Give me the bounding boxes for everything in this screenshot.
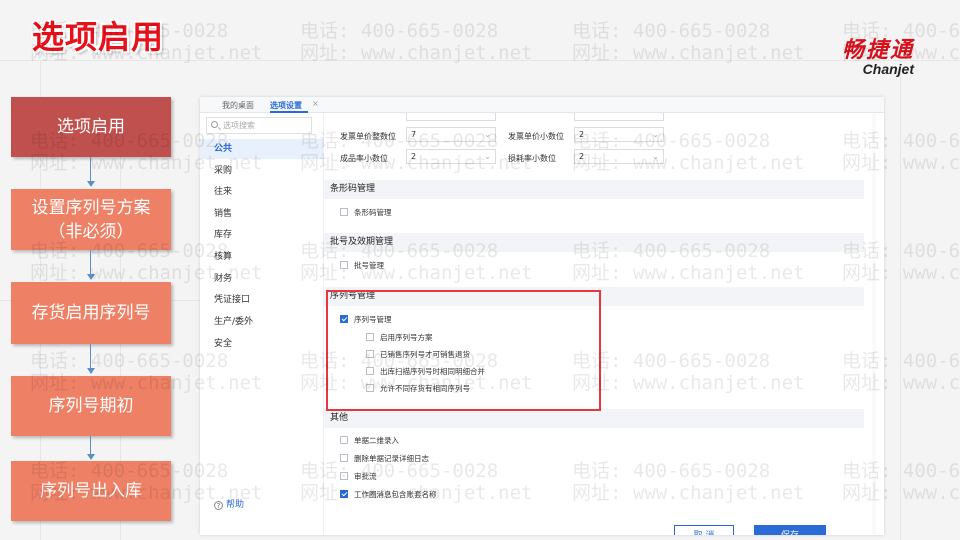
settings-sidebar: 选项搜索 公共 采购 往来 销售 库存 核算 财务 凭证接口 生产/委外 安全 … (200, 113, 324, 535)
field-label: 成品率小数位 (340, 154, 388, 163)
sidebar-item-public[interactable]: 公共 (200, 139, 324, 159)
sidebar-item-finance[interactable]: 财务 (200, 269, 324, 289)
sidebar-item-purchase[interactable]: 采购 (200, 161, 324, 181)
select-value: 7 (411, 130, 417, 139)
search-icon (211, 121, 218, 128)
sidebar-item-security[interactable]: 安全 (200, 334, 324, 354)
sidebar-item-inventory[interactable]: 库存 (200, 225, 324, 245)
tab-bar: 我的桌面 选项设置 × (200, 97, 884, 113)
select-stub (406, 113, 496, 121)
step-connector (90, 157, 91, 181)
cancel-button[interactable]: 取 消 (674, 525, 734, 535)
tab-option-settings[interactable]: 选项设置 (270, 100, 302, 111)
help-icon: ? (214, 501, 223, 510)
barcode-checkbox-row[interactable]: 条形码管理 (340, 207, 392, 218)
qr-entry-checkbox[interactable] (340, 436, 348, 444)
step-option-enable[interactable]: 选项启用 (11, 97, 171, 157)
checkbox-label: 批号管理 (354, 261, 384, 270)
select-value: 2 (411, 152, 417, 161)
invoice-price-decimal-select[interactable]: 2 ⌄ (574, 127, 664, 142)
field-label: 发票单价小数位 (508, 132, 564, 141)
field-label: 发票单价整数位 (340, 132, 396, 141)
checkbox-label: 删除单据记录详细日志 (354, 454, 429, 463)
step-connector (90, 344, 91, 368)
batch-checkbox[interactable] (340, 261, 348, 269)
yield-rate-decimal-select[interactable]: 2 ⌄ (406, 149, 496, 164)
barcode-checkbox[interactable] (340, 208, 348, 216)
chevron-down-icon: ⌄ (652, 130, 659, 139)
sidebar-item-costing[interactable]: 核算 (200, 247, 324, 267)
save-button[interactable]: 保存 (754, 525, 826, 535)
approval-flow-checkbox[interactable] (340, 472, 348, 480)
search-placeholder: 选项搜索 (223, 121, 255, 130)
checkbox-label: 条形码管理 (354, 208, 392, 217)
work-circle-checkbox[interactable] (340, 490, 348, 498)
step-serial-inout[interactable]: 序列号出入库 (11, 461, 171, 521)
sidebar-item-sales[interactable]: 销售 (200, 204, 324, 224)
other-checkbox-row[interactable]: 删除单据记录详细日志 (340, 453, 429, 464)
arrow-down-icon (87, 181, 95, 187)
step-inventory-serial[interactable]: 存货启用序列号 (11, 282, 171, 344)
delete-log-checkbox[interactable] (340, 454, 348, 462)
select-value: 2 (579, 130, 585, 139)
loss-rate-decimal-select[interactable]: 2 ⌄ (574, 149, 664, 164)
brand-logo: 畅捷通 Chanjet (842, 32, 914, 77)
brand-name-cn: 畅捷通 (841, 38, 914, 63)
sidebar-item-voucher-interface[interactable]: 凭证接口 (200, 290, 324, 310)
step-connector (90, 250, 91, 274)
other-checkbox-row[interactable]: 审批流 (340, 471, 377, 482)
search-input[interactable]: 选项搜索 (206, 117, 312, 134)
field-label: 损耗率小数位 (508, 154, 556, 163)
checkbox-label: 单据二维录入 (354, 436, 399, 445)
slide-title: 选项启用 (32, 18, 165, 56)
serial-section-highlight (326, 290, 601, 411)
other-checkbox-row[interactable]: 工作圈消息包含账套名称 (340, 489, 437, 500)
arrow-down-icon (87, 454, 95, 460)
chevron-down-icon: ⌄ (484, 152, 491, 161)
other-checkbox-row[interactable]: 单据二维录入 (340, 435, 399, 446)
section-batch: 批号及效期管理 (324, 233, 864, 252)
arrow-down-icon (87, 274, 95, 280)
tab-my-desktop[interactable]: 我的桌面 (222, 100, 254, 111)
scrollbar[interactable] (872, 113, 876, 535)
select-stub (574, 113, 664, 121)
chevron-down-icon: ⌄ (484, 130, 491, 139)
batch-checkbox-row[interactable]: 批号管理 (340, 260, 384, 271)
chevron-down-icon: ⌄ (652, 152, 659, 161)
section-other: 其他 (324, 409, 864, 428)
step-serial-opening[interactable]: 序列号期初 (11, 376, 171, 436)
help-label: 帮助 (226, 500, 245, 510)
step-serial-scheme[interactable]: 设置序列号方案（非必须） (11, 189, 171, 250)
checkbox-label: 审批流 (354, 472, 377, 481)
checkbox-label: 工作圈消息包含账套名称 (354, 490, 437, 499)
sidebar-item-production[interactable]: 生产/委外 (200, 312, 324, 332)
arrow-down-icon (87, 368, 95, 374)
select-value: 2 (579, 152, 585, 161)
help-link[interactable]: ? 帮助 (214, 497, 244, 510)
section-barcode: 条形码管理 (324, 180, 864, 199)
sidebar-item-accounts[interactable]: 往来 (200, 182, 324, 202)
invoice-price-integer-select[interactable]: 7 ⌄ (406, 127, 496, 142)
step-connector (90, 436, 91, 454)
close-icon[interactable]: × (312, 99, 319, 108)
